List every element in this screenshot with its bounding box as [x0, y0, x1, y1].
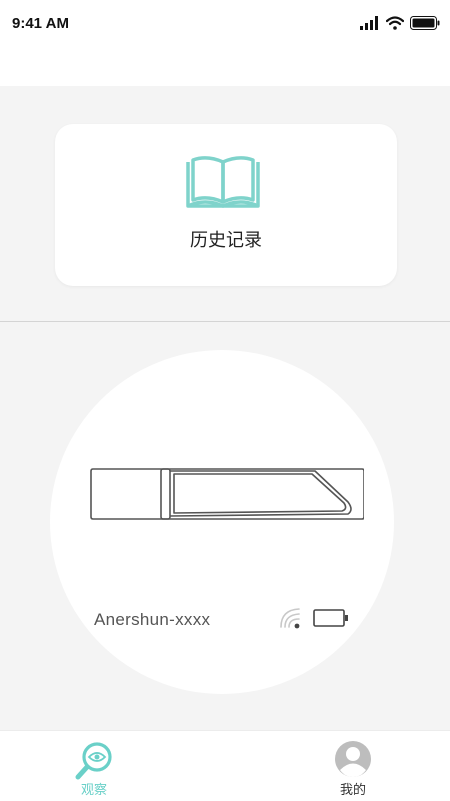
- device-panel[interactable]: Anershun-xxxx: [50, 350, 394, 694]
- tab-mine[interactable]: 我的: [293, 731, 413, 801]
- wifi-signal-icon: [280, 608, 300, 629]
- device-name: Anershun-xxxx: [94, 610, 211, 629]
- history-card[interactable]: 历史记录: [55, 124, 397, 286]
- status-bar: 9:41 AM: [0, 0, 450, 86]
- open-book-icon: [186, 156, 260, 208]
- status-time: 9:41 AM: [12, 15, 69, 32]
- battery-icon: [313, 609, 348, 627]
- tab-mine-label: 我的: [339, 783, 366, 798]
- tab-bar: 观察 我的: [0, 730, 450, 801]
- history-label: 历史记录: [190, 230, 262, 251]
- tab-observe[interactable]: 观察: [34, 731, 154, 801]
- top-panel: 历史记录: [0, 86, 450, 321]
- magnifier-eye-icon: [75, 742, 112, 780]
- battery-status-icon: [410, 16, 440, 30]
- user-avatar-icon: [335, 741, 371, 777]
- cellular-signal-icon: [360, 16, 378, 30]
- status-icons: [360, 15, 440, 31]
- tab-observe-label: 观察: [80, 783, 107, 798]
- section-divider: [0, 321, 450, 322]
- wifi-icon: [386, 16, 404, 30]
- usb-device-image: [90, 468, 364, 520]
